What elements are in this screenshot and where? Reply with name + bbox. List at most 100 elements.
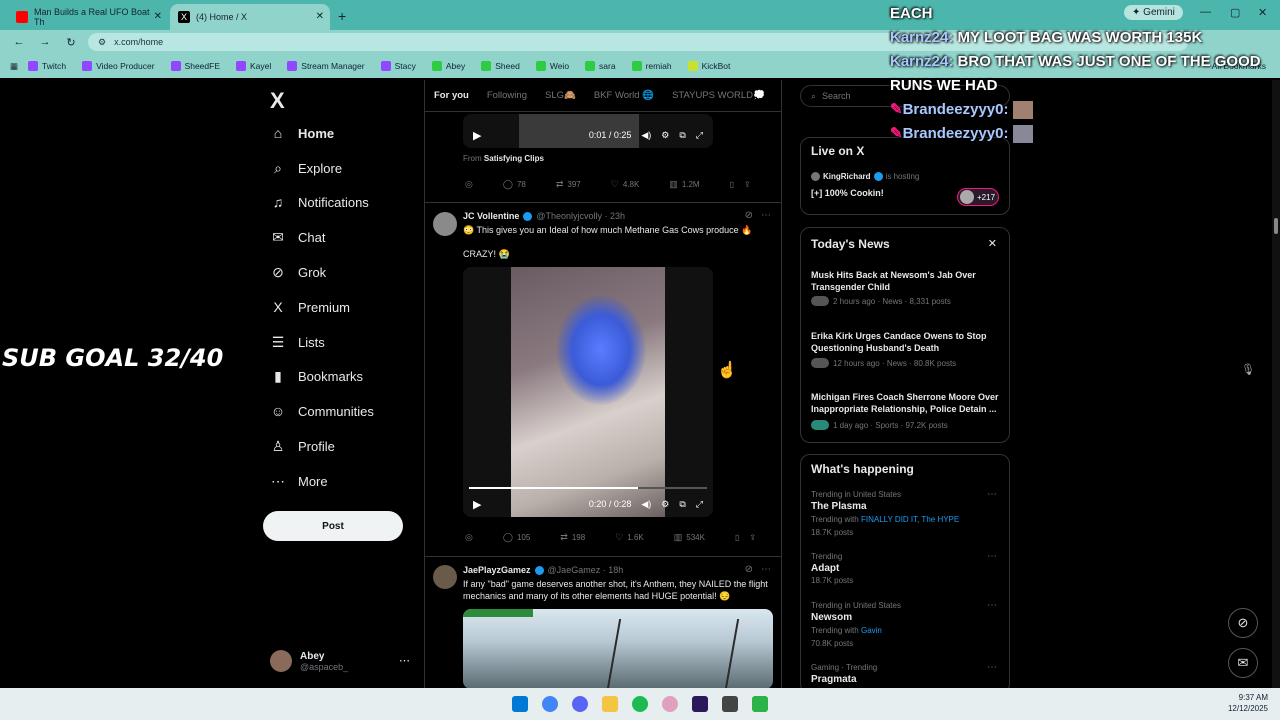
account-switcher[interactable]: Abey @aspaceb_ ⋯ — [270, 646, 420, 676]
news-headline[interactable]: Erika Kirk Urges Candace Owens to Stop Q… — [811, 330, 1003, 354]
x-logo[interactable]: X — [270, 88, 285, 114]
new-tab-button[interactable]: + — [338, 8, 346, 24]
apps-icon[interactable]: ▦ — [10, 61, 18, 72]
nav-explore[interactable]: ⌕ Explore — [270, 156, 342, 180]
forward-icon[interactable]: → — [38, 36, 52, 48]
grok-analyze-icon[interactable]: ◎ — [465, 532, 473, 543]
app-icon[interactable] — [662, 696, 678, 712]
spotify-icon[interactable] — [632, 696, 648, 712]
grok-icon[interactable]: ⊘ — [745, 564, 753, 575]
back-icon[interactable]: ← — [12, 36, 26, 48]
nav-chat[interactable]: ✉ Chat — [270, 225, 325, 249]
news-headline[interactable]: Musk Hits Back at Newsom's Jab Over Tran… — [811, 269, 1003, 293]
bookmark-item[interactable]: Twitch — [22, 61, 72, 71]
app-icon[interactable] — [752, 696, 768, 712]
share-icon[interactable]: ⇪ — [744, 180, 751, 189]
bookmark-item[interactable]: Kayel — [230, 61, 277, 71]
nav-home[interactable]: ⌂ Home — [270, 121, 334, 145]
bookmark-item[interactable]: Stream Manager — [281, 61, 370, 71]
tweet-image[interactable] — [463, 609, 773, 688]
bookmark-item[interactable]: Sheed — [475, 61, 526, 71]
browser-tab-x-home[interactable]: X (4) Home / X ✕ — [170, 4, 330, 30]
like-button[interactable]: ♡ 1.6K — [615, 532, 644, 543]
fullscreen-icon[interactable]: ⤢ — [696, 499, 703, 510]
nav-lists[interactable]: ☰ Lists — [270, 330, 325, 354]
more-icon[interactable]: ⋯ — [987, 662, 997, 673]
more-icon[interactable]: ⋯ — [761, 564, 771, 575]
mic-icon[interactable]: 🎙︎ — [1241, 363, 1255, 376]
nav-premium[interactable]: X Premium — [270, 295, 350, 319]
pip-icon[interactable]: ⧉ — [679, 130, 685, 141]
nav-communities[interactable]: ☺ Communities — [270, 399, 374, 423]
trend-name[interactable]: Newsom — [811, 612, 852, 623]
more-icon[interactable]: ⋯ — [987, 489, 997, 500]
post-button[interactable]: Post — [263, 511, 403, 541]
reply-button[interactable]: ◯ 78 — [503, 179, 526, 190]
avatar[interactable] — [433, 212, 457, 236]
nav-profile[interactable]: ♙ Profile — [270, 434, 335, 458]
bookmark-item[interactable]: Video Producer — [76, 61, 160, 71]
tab-stayups-world[interactable]: STAYUPS WORLD💭 — [672, 90, 765, 101]
reply-button[interactable]: ◯ 105 — [503, 532, 530, 543]
premiere-icon[interactable] — [692, 696, 708, 712]
news-headline[interactable]: Michigan Fires Coach Sherrone Moore Over… — [811, 391, 1003, 415]
scrollbar-track[interactable] — [1272, 80, 1280, 688]
tab-following[interactable]: Following — [487, 90, 527, 101]
more-icon[interactable]: ⋯ — [761, 210, 771, 221]
repost-button[interactable]: ⇄ 397 — [556, 179, 581, 190]
chrome-icon[interactable] — [542, 696, 558, 712]
app-icon[interactable] — [722, 696, 738, 712]
settings-icon[interactable]: ⚙ — [661, 499, 669, 510]
tab-bkf-world[interactable]: BKF World 🌐 — [594, 90, 654, 101]
more-icon[interactable]: ⋯ — [987, 600, 997, 611]
bookmark-item[interactable]: sara — [579, 61, 622, 71]
trend-with-link[interactable]: Gavin — [861, 626, 882, 635]
tab-slg[interactable]: SLG🙈 — [545, 90, 576, 101]
share-icon[interactable]: ⇪ — [749, 533, 756, 542]
author-name[interactable]: JC Vollentine — [463, 211, 519, 221]
close-icon[interactable]: ✕ — [988, 237, 997, 250]
more-icon[interactable]: ⋯ — [987, 551, 997, 562]
nav-grok[interactable]: ⊘ Grok — [270, 260, 326, 284]
nav-notifications[interactable]: ♫ Notifications — [270, 190, 369, 214]
mute-icon[interactable]: ◀) — [641, 499, 651, 510]
messages-fab-icon[interactable]: ✉ — [1228, 648, 1258, 678]
tab-for-you[interactable]: For you — [434, 90, 469, 101]
video-progress-track[interactable] — [469, 487, 707, 489]
avatar[interactable] — [433, 565, 457, 589]
close-tab-icon[interactable]: ✕ — [154, 11, 162, 22]
system-tray-clock[interactable]: 9:37 AM 12/12/2025 — [1228, 692, 1268, 714]
bookmark-item[interactable]: Weio — [530, 61, 575, 71]
scrollbar-thumb[interactable] — [1274, 218, 1278, 234]
trend-name[interactable]: Adapt — [811, 563, 839, 574]
close-tab-icon[interactable]: ✕ — [316, 11, 324, 22]
video-player[interactable]: ▶ 0:20 / 0:28 ◀) ⚙ ⧉ ⤢ — [463, 267, 713, 517]
bookmark-item[interactable]: Stacy — [375, 61, 422, 71]
grok-icon[interactable]: ⊘ — [745, 210, 753, 221]
browser-tab-youtube[interactable]: Man Builds a Real UFO Boat Th ✕ — [8, 4, 168, 30]
bookmark-item[interactable]: KickBot — [682, 61, 737, 71]
views-button[interactable]: ▥ 534K — [674, 532, 705, 543]
trend-with-link[interactable]: FINALLY DID IT, The HYPE — [861, 515, 959, 524]
settings-icon[interactable]: ⚙ — [661, 130, 669, 141]
views-button[interactable]: ▥ 1.2M — [669, 179, 699, 190]
nav-more[interactable]: ⋯ More — [270, 469, 328, 493]
author-name[interactable]: JaePlayzGamez — [463, 565, 531, 575]
bookmark-icon[interactable]: ▯ — [730, 180, 734, 189]
grok-fab-icon[interactable]: ⊘ — [1228, 608, 1258, 638]
reload-icon[interactable]: ↻ — [64, 36, 78, 49]
nav-bookmarks[interactable]: ▮ Bookmarks — [270, 364, 363, 388]
start-icon[interactable] — [512, 696, 528, 712]
site-info-icon[interactable]: ⚙ — [98, 37, 106, 48]
bookmark-icon[interactable]: ▯ — [735, 533, 739, 542]
file-explorer-icon[interactable] — [602, 696, 618, 712]
pip-icon[interactable]: ⧉ — [679, 499, 685, 510]
bookmark-item[interactable]: SheedFE — [165, 61, 226, 71]
mute-icon[interactable]: ◀) — [641, 130, 651, 141]
like-button[interactable]: ♡ 4.8K — [611, 179, 640, 190]
live-viewers-badge[interactable]: +217 — [957, 188, 999, 206]
trend-name[interactable]: The Plasma — [811, 501, 867, 512]
bookmark-item[interactable]: Abey — [426, 61, 471, 71]
play-icon[interactable]: ▶ — [473, 498, 481, 511]
live-host[interactable]: KingRichard is hosting — [811, 172, 919, 181]
